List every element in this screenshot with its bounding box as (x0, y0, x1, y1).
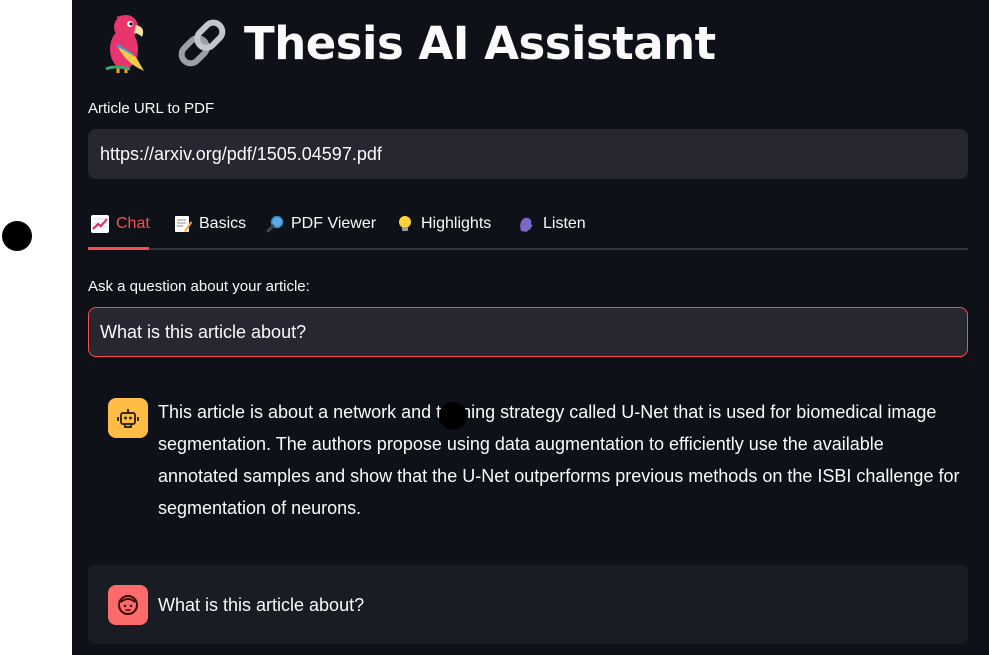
app-main: Thesis AI Assistant Article URL to PDF h… (72, 0, 989, 655)
url-field-label: Article URL to PDF (88, 100, 215, 117)
question-input[interactable]: What is this article about? (88, 307, 968, 357)
tab-basics-label: Basics (199, 215, 247, 232)
link-icon (172, 13, 232, 73)
light-bulb-icon (395, 214, 415, 234)
user-message: What is this article about? (88, 565, 968, 644)
chart-increasing-icon (90, 214, 110, 234)
cursor-dot-marker (439, 402, 467, 430)
assistant-message-text: This article is about a network and trai… (158, 402, 960, 518)
app-title: Thesis AI Assistant (244, 16, 716, 70)
user-message-text: What is this article about? (158, 595, 365, 615)
assistant-message: This article is about a network and trai… (88, 382, 968, 542)
tab-listen-label: Listen (543, 215, 586, 232)
tab-listen[interactable]: Listen (517, 200, 586, 248)
cursor-dot-marker (2, 221, 32, 251)
tab-pdf-viewer-label: PDF Viewer (291, 215, 377, 232)
tab-chat[interactable]: Chat (90, 200, 150, 248)
tab-highlights-label: Highlights (421, 215, 492, 232)
magnifier-icon (265, 214, 285, 234)
question-field-label: Ask a question about your article: (88, 278, 310, 295)
speaking-head-icon (517, 214, 537, 234)
memo-icon (173, 214, 193, 234)
robot-icon (108, 398, 148, 438)
tab-basics[interactable]: Basics (173, 200, 246, 248)
article-url-input[interactable]: https://arxiv.org/pdf/1505.04597.pdf (88, 129, 968, 179)
face-icon (108, 585, 148, 625)
parrot-icon (100, 13, 160, 73)
page-title: Thesis AI Assistant (100, 8, 716, 78)
active-tab-indicator (88, 247, 149, 250)
tab-pdf-viewer[interactable]: PDF Viewer (265, 200, 376, 248)
tab-highlights[interactable]: Highlights (395, 200, 491, 248)
tab-bar: Chat Basics PDF Viewer Highlights Listen (88, 200, 968, 250)
left-margin (0, 0, 72, 655)
tab-chat-label: Chat (116, 215, 150, 232)
